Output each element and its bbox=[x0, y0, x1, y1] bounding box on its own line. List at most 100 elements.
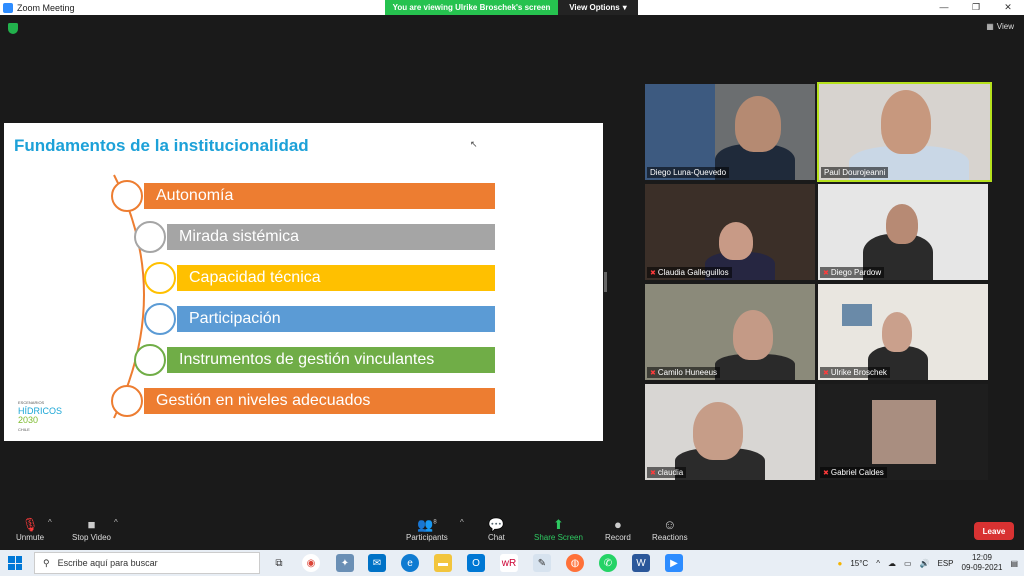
people-icon: 👥8 bbox=[417, 517, 437, 532]
participant-name: ✖ Gabriel Caldes bbox=[820, 467, 887, 478]
chrome-icon[interactable]: ◉ bbox=[302, 554, 320, 572]
app-icon[interactable]: ✦ bbox=[336, 554, 354, 572]
outlook-icon[interactable]: O bbox=[467, 554, 485, 572]
participant-name: Diego Luna-Quevedo bbox=[647, 167, 730, 178]
slide-item-participacion: Participación bbox=[177, 306, 495, 332]
muted-mic-icon: ✖ bbox=[823, 369, 829, 377]
slide-item-label: Instrumentos de gestión vinculantes bbox=[179, 351, 435, 368]
windows-taskbar: ⚲ Escribe aquí para buscar ⧉ ◉ ✦ ✉ e ▬ O… bbox=[0, 550, 1024, 576]
search-placeholder: Escribe aquí para buscar bbox=[57, 558, 158, 568]
clock[interactable]: 12:09 09-09-2021 bbox=[962, 553, 1003, 573]
bullet-circle bbox=[144, 262, 176, 294]
share-screen-icon: ⬆ bbox=[553, 517, 564, 532]
minimize-icon[interactable]: — bbox=[928, 0, 960, 15]
clock-date: 09-09-2021 bbox=[961, 563, 1003, 572]
window-title: Zoom Meeting bbox=[17, 2, 75, 13]
escenarios-hidricos-logo: ESCENARIOS HÍDRICOS 2030 CHILE bbox=[18, 398, 62, 434]
slide-item-autonomia: Autonomía bbox=[144, 183, 495, 209]
video-tile[interactable]: ✖ claudia bbox=[645, 384, 815, 480]
video-tile[interactable]: ✖ Diego Pardow bbox=[818, 184, 988, 280]
logo-line: CHILE bbox=[18, 427, 30, 432]
chevron-down-icon: ▾ bbox=[622, 3, 627, 12]
participants-count: 8 bbox=[433, 519, 437, 526]
word-icon[interactable]: W bbox=[632, 554, 650, 572]
video-tile[interactable]: ✖ Camilo Huneeus bbox=[645, 284, 815, 380]
stop-video-button[interactable]: ■ Stop Video bbox=[72, 517, 111, 542]
chat-button[interactable]: 💬 Chat bbox=[488, 517, 505, 542]
taskbar-search-box[interactable]: ⚲ Escribe aquí para buscar bbox=[34, 552, 260, 574]
notifications-icon[interactable]: ▤ bbox=[1010, 559, 1018, 568]
slide-item-label: Participación bbox=[189, 310, 281, 327]
participant-name: ✖ Camilo Huneeus bbox=[647, 367, 721, 378]
wordreference-icon[interactable]: wR bbox=[500, 554, 518, 572]
meeting-toolbar: 🎙 Unmute ^ ■ Stop Video ^ 👥8 Participant… bbox=[0, 513, 1024, 550]
whatsapp-icon[interactable]: ✆ bbox=[599, 554, 617, 572]
chat-label: Chat bbox=[488, 533, 505, 542]
windows-start-icon[interactable] bbox=[8, 556, 22, 570]
share-screen-button[interactable]: ⬆ Share Screen bbox=[534, 517, 583, 542]
slide-item-label: Autonomía bbox=[156, 187, 234, 204]
record-button[interactable]: ● Record bbox=[605, 517, 631, 542]
video-tile[interactable]: ✖ Claudia Galleguillos bbox=[645, 184, 815, 280]
cloud-icon[interactable]: ☁ bbox=[888, 559, 896, 568]
bullet-circle bbox=[134, 344, 166, 376]
video-tile-active-speaker[interactable]: Paul Dourojeanni bbox=[817, 82, 992, 182]
leave-button[interactable]: Leave bbox=[974, 522, 1014, 540]
muted-mic-icon: ✖ bbox=[650, 469, 656, 477]
temperature[interactable]: 15°C bbox=[850, 559, 868, 568]
slide-item-label: Gestión en niveles adecuados bbox=[156, 392, 371, 409]
edge-icon[interactable]: e bbox=[401, 554, 419, 572]
slide-item-mirada: Mirada sistémica bbox=[167, 224, 495, 250]
unmute-button[interactable]: 🎙 Unmute bbox=[16, 517, 44, 542]
file-explorer-icon[interactable]: ▬ bbox=[434, 554, 452, 572]
chevron-up-icon[interactable]: ^ bbox=[114, 518, 118, 527]
record-icon: ● bbox=[613, 517, 622, 532]
participant-name: ✖ Claudia Galleguillos bbox=[647, 267, 732, 278]
close-icon[interactable]: ✕ bbox=[992, 0, 1024, 15]
zoom-icon[interactable]: ▶ bbox=[665, 554, 683, 572]
participants-button[interactable]: 👥8 Participants bbox=[406, 517, 448, 542]
shield-icon[interactable] bbox=[8, 23, 18, 34]
chevron-up-icon[interactable]: ^ bbox=[460, 518, 464, 527]
network-icon[interactable]: ▭ bbox=[904, 559, 912, 568]
bullet-circle bbox=[134, 221, 166, 253]
view-options-label: View Options bbox=[569, 3, 620, 12]
logo-line: 2030 bbox=[18, 415, 39, 425]
unmute-label: Unmute bbox=[16, 533, 45, 542]
view-button[interactable]: ▦ View bbox=[986, 22, 1014, 31]
muted-mic-icon: ✖ bbox=[650, 369, 656, 377]
video-tile[interactable]: ✖ Gabriel Caldes bbox=[818, 384, 988, 480]
restore-icon[interactable]: ❐ bbox=[960, 0, 992, 15]
mail-icon[interactable]: ✉ bbox=[368, 554, 386, 572]
weather-sun-icon: ● bbox=[837, 558, 843, 568]
zoom-app-icon bbox=[3, 2, 13, 13]
viewing-banner: You are viewing Ulrike Broschek's screen bbox=[385, 0, 558, 15]
search-icon: ⚲ bbox=[43, 557, 50, 568]
paint-icon[interactable]: ✎ bbox=[533, 554, 551, 572]
chat-bubble-icon: 💬 bbox=[488, 517, 505, 532]
bullet-circle bbox=[111, 180, 143, 212]
muted-mic-icon: ✖ bbox=[650, 269, 656, 277]
slide-item-capacidad: Capacidad técnica bbox=[177, 265, 495, 291]
muted-mic-icon: ✖ bbox=[823, 269, 829, 277]
language-indicator[interactable]: ESP bbox=[938, 559, 954, 568]
view-label: View bbox=[996, 22, 1014, 31]
volume-icon[interactable]: 🔊 bbox=[920, 559, 930, 568]
firefox-icon[interactable]: ◍ bbox=[566, 554, 584, 572]
reactions-button[interactable]: ☺ Reactions bbox=[652, 517, 688, 542]
participants-label: Participants bbox=[406, 533, 448, 542]
view-options-button[interactable]: View Options ▾ bbox=[558, 0, 638, 15]
participant-name: Paul Dourojeanni bbox=[821, 167, 889, 178]
panel-splitter[interactable] bbox=[604, 272, 607, 292]
avatar bbox=[872, 400, 936, 464]
video-tile[interactable]: ✖ Ulrike Broschek bbox=[818, 284, 988, 380]
video-tile[interactable]: Diego Luna-Quevedo bbox=[645, 84, 815, 180]
video-camera-icon: ■ bbox=[87, 517, 96, 532]
slide-item-label: Mirada sistémica bbox=[179, 228, 300, 245]
muted-mic-icon: ✖ bbox=[823, 469, 829, 477]
chevron-up-icon[interactable]: ^ bbox=[876, 559, 880, 568]
bullet-circle bbox=[111, 385, 143, 417]
chevron-up-icon[interactable]: ^ bbox=[48, 518, 52, 527]
task-view-icon[interactable]: ⧉ bbox=[270, 554, 288, 572]
bullet-circle bbox=[144, 303, 176, 335]
